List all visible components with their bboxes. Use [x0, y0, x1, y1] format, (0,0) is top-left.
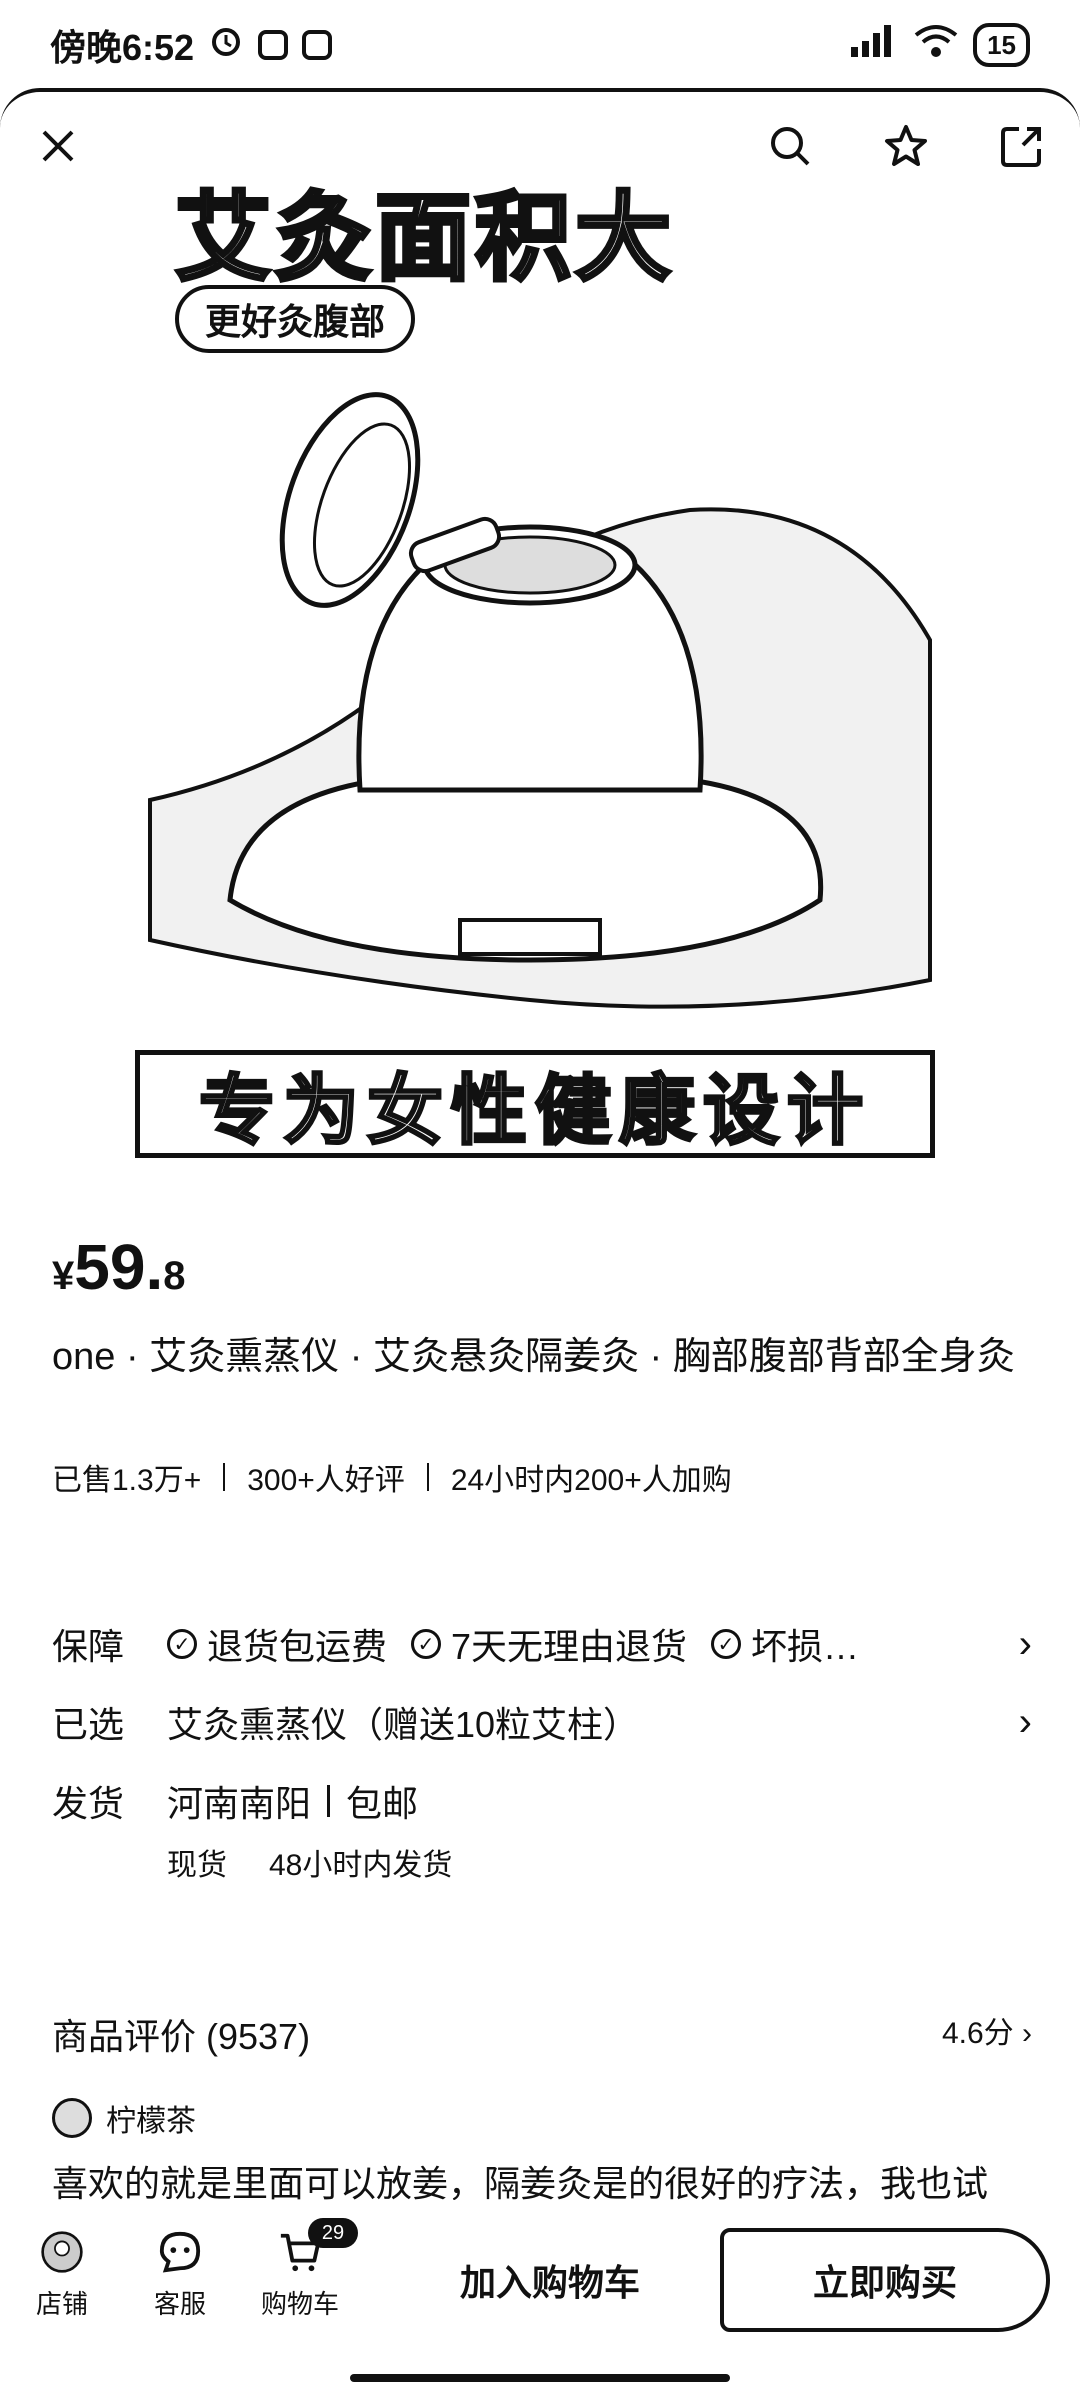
reviewer: 柠檬茶 — [52, 2096, 196, 2140]
hero-title: 艾灸面积大 — [173, 183, 675, 294]
guarantee-item-label: 退货包运费 — [207, 1626, 388, 1667]
reviewer-name: 柠檬茶 — [106, 2105, 196, 2138]
stats-divider — [426, 1463, 429, 1491]
guarantee-label: 保障 — [52, 1626, 125, 1667]
shipping-label: 发货 — [52, 1783, 125, 1824]
shipping-divider — [327, 1785, 331, 1817]
chevron-right-icon: › — [1018, 1621, 1032, 1666]
tab-customer-service-label: 客服 — [153, 2289, 206, 2319]
guarantee-item: ✓ 退货包运费 — [167, 1618, 387, 1670]
tab-customer-service[interactable]: 客服 — [130, 2230, 230, 2321]
stats-divider — [223, 1463, 226, 1491]
price-currency: ¥ — [52, 1254, 75, 1298]
avatar — [52, 2098, 92, 2138]
check-circle-icon: ✓ — [167, 1629, 197, 1659]
buy-now-button[interactable]: 立即购买 — [720, 2228, 1050, 2332]
wifi-icon — [913, 23, 959, 68]
guarantee-item: ✓ 坏损… — [711, 1618, 859, 1670]
hero-banner: 专为女性健康设计 — [135, 1050, 935, 1158]
store-avatar-icon — [40, 2230, 84, 2274]
check-circle-icon: ✓ — [711, 1629, 742, 1659]
selected-variant-row[interactable]: 已选 艾灸熏蒸仪（赠送10粒艾柱） › — [52, 1696, 1032, 1748]
tab-store-label: 店铺 — [35, 2289, 88, 2319]
bottom-action-bar: 店铺 客服 29 购物车 加入购物车 立即购买 — [0, 2200, 1080, 2350]
review-score: 4.6分 › — [941, 2017, 1032, 2050]
shipping-origin: 河南南阳 — [167, 1783, 312, 1824]
cart-count-badge: 29 — [308, 2218, 358, 2248]
guarantee-item-label: 坏损… — [751, 1626, 860, 1667]
shipping-fee: 包邮 — [346, 1783, 419, 1824]
tab-cart-label: 购物车 — [260, 2289, 339, 2319]
notification-icon — [258, 30, 289, 60]
stock-status: 现货 — [167, 1849, 227, 1882]
battery-level: 15 — [987, 29, 1016, 60]
close-icon[interactable] — [30, 118, 86, 174]
product-hero-image[interactable]: 艾灸面积大 更好灸腹部 专为女性健康设计 — [130, 160, 950, 1170]
signal-icon — [849, 23, 899, 68]
chat-bubble-icon — [158, 2230, 202, 2274]
moxibustion-device-illustration — [148, 392, 932, 1009]
product-title: one · 艾灸熏蒸仪 · 艾灸悬灸隔姜灸 · 胸部腹部背部全身灸 — [52, 1336, 1015, 1378]
price-decimal: 8 — [163, 1254, 186, 1298]
price-integer: 59. — [74, 1231, 164, 1303]
status-time: 傍晚6:52 — [50, 27, 195, 68]
home-indicator[interactable] — [350, 2374, 730, 2382]
alarm-icon — [208, 23, 244, 68]
tab-store[interactable]: 店铺 — [12, 2230, 112, 2321]
shipping-row: 发货 河南南阳 包邮 — [52, 1775, 1032, 1827]
selected-label: 已选 — [52, 1704, 125, 1745]
guarantee-item-label: 7天无理由退货 — [451, 1626, 688, 1667]
status-bar: 傍晚6:52 15 — [0, 0, 1080, 90]
status-right: 15 — [849, 23, 1030, 68]
shipping-details: 现货 48小时内发货 — [167, 1840, 452, 1884]
share-icon[interactable] — [994, 118, 1050, 174]
product-stats: 已售1.3万+ 300+人好评 24小时内200+人加购 — [52, 1455, 732, 1499]
add-to-cart-button[interactable]: 加入购物车 — [400, 2230, 700, 2330]
product-page: 傍晚6:52 15 艾灸面积大 更好灸腹部 专为女性健康设计 ¥59.8 one… — [0, 0, 1080, 2400]
selected-variant-value: 艾灸熏蒸仪（赠送10粒艾柱） — [167, 1704, 640, 1745]
price: ¥59.8 — [52, 1230, 185, 1304]
check-circle-icon: ✓ — [411, 1629, 442, 1659]
battery-icon: 15 — [973, 23, 1030, 67]
added-to-cart-count: 24小时内200+人加购 — [450, 1464, 732, 1497]
hero-tag: 更好灸腹部 — [175, 285, 416, 353]
review-score-value: 4.6分 — [941, 2017, 1014, 2050]
notification-icon — [302, 30, 333, 60]
guarantee-item: ✓ 7天无理由退货 — [411, 1618, 687, 1670]
sold-count: 已售1.3万+ — [52, 1464, 202, 1497]
guarantee-row[interactable]: 保障 ✓ 退货包运费 ✓ 7天无理由退货 ✓ 坏损… › — [52, 1618, 1032, 1670]
ship-time: 48小时内发货 — [269, 1849, 453, 1882]
good-review-count: 300+人好评 — [247, 1464, 405, 1497]
reviews-header[interactable]: 商品评价 (9537) 4.6分 › — [52, 2008, 1032, 2060]
reviews-title: 商品评价 (9537) — [52, 2016, 311, 2057]
tab-cart[interactable]: 29 购物车 — [250, 2218, 358, 2321]
chevron-right-icon: › — [1018, 1699, 1032, 1744]
status-left: 傍晚6:52 — [50, 19, 333, 71]
